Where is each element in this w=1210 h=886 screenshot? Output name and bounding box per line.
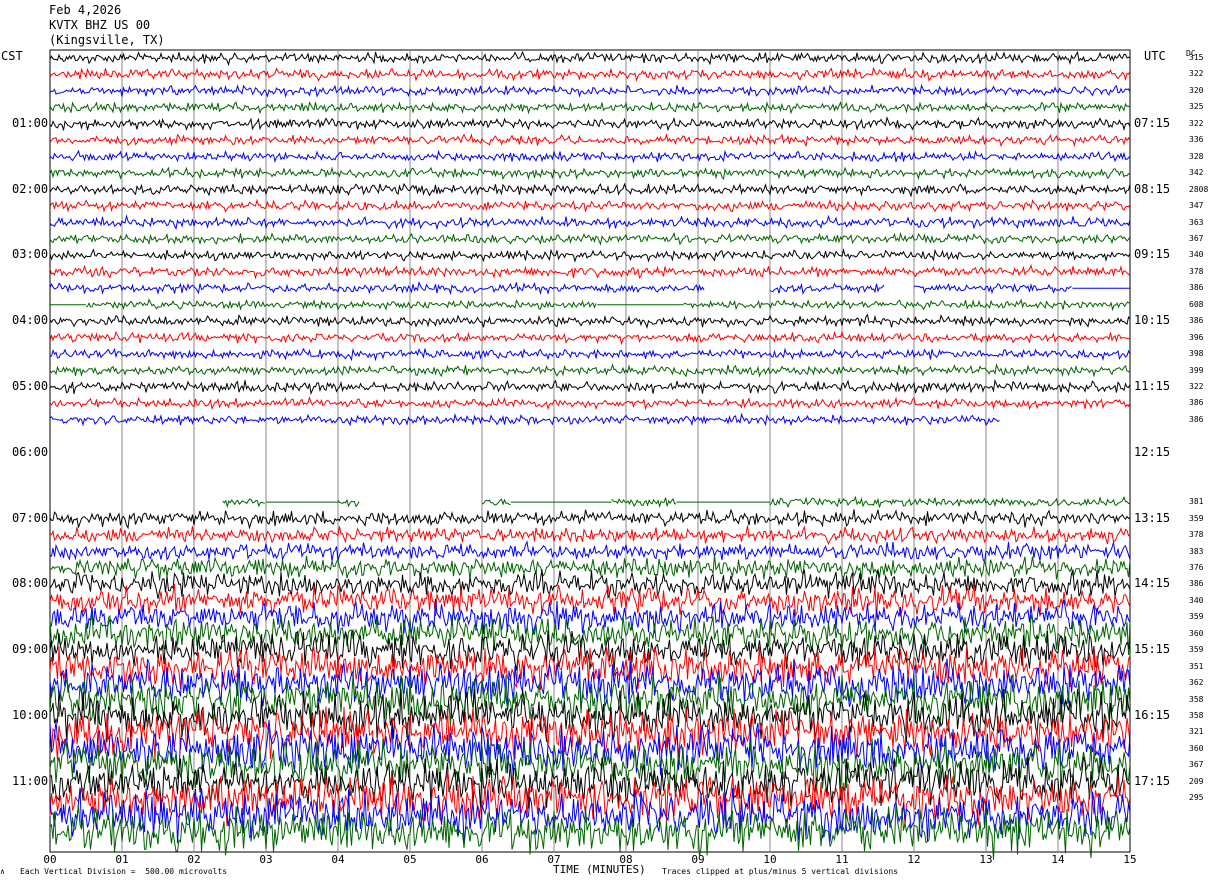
trace-row-30	[49, 540, 1131, 564]
trace-row-29	[49, 525, 1131, 546]
trace-row-22	[49, 412, 1000, 427]
trace-row-10	[49, 214, 1131, 231]
trace-row-1	[49, 66, 1131, 82]
vertical-division-note: Each Vertical Division = 500.00 microvol…	[20, 867, 228, 876]
trace-row-18	[49, 347, 1131, 362]
x-axis-label: TIME (MINUTES)	[553, 863, 646, 876]
trace-row-28	[49, 508, 1131, 530]
trace-row-14	[49, 280, 705, 296]
trace-row-14	[769, 282, 885, 295]
trace-row-11	[49, 231, 1131, 246]
trace-row-9	[49, 198, 1131, 213]
clipping-note: Traces clipped at plus/minus 5 vertical …	[662, 867, 899, 876]
trace-row-15	[85, 298, 597, 311]
trace-row-17	[49, 330, 1131, 346]
trace-row-5	[49, 133, 1131, 148]
trace-row-15	[683, 298, 1130, 312]
trace-row-27	[222, 498, 265, 509]
trace-row-27	[611, 497, 677, 508]
trace-row-32	[49, 568, 1131, 600]
trace-row-27	[481, 498, 511, 506]
trace-row-33	[49, 583, 1131, 618]
trace-row-4	[49, 116, 1131, 132]
trace-row-19	[49, 363, 1131, 378]
trace-row-27	[769, 495, 1131, 509]
trace-row-39	[49, 672, 1131, 728]
trace-row-21	[49, 396, 1131, 411]
trace-row-6	[49, 149, 1131, 164]
trace-row-20	[49, 378, 1131, 396]
corner-glyph: ∧	[0, 867, 5, 876]
trace-row-12	[49, 248, 1131, 263]
seismogram-plot	[49, 49, 1131, 860]
trace-row-16	[49, 313, 1131, 330]
trace-row-14	[913, 282, 1072, 295]
trace-row-8	[49, 182, 1131, 198]
trace-row-13	[49, 263, 1131, 280]
trace-row-2	[49, 83, 1131, 98]
trace-row-7	[49, 166, 1131, 181]
trace-row-0	[49, 50, 1131, 67]
trace-row-27	[337, 498, 360, 508]
trace-row-3	[49, 100, 1131, 115]
